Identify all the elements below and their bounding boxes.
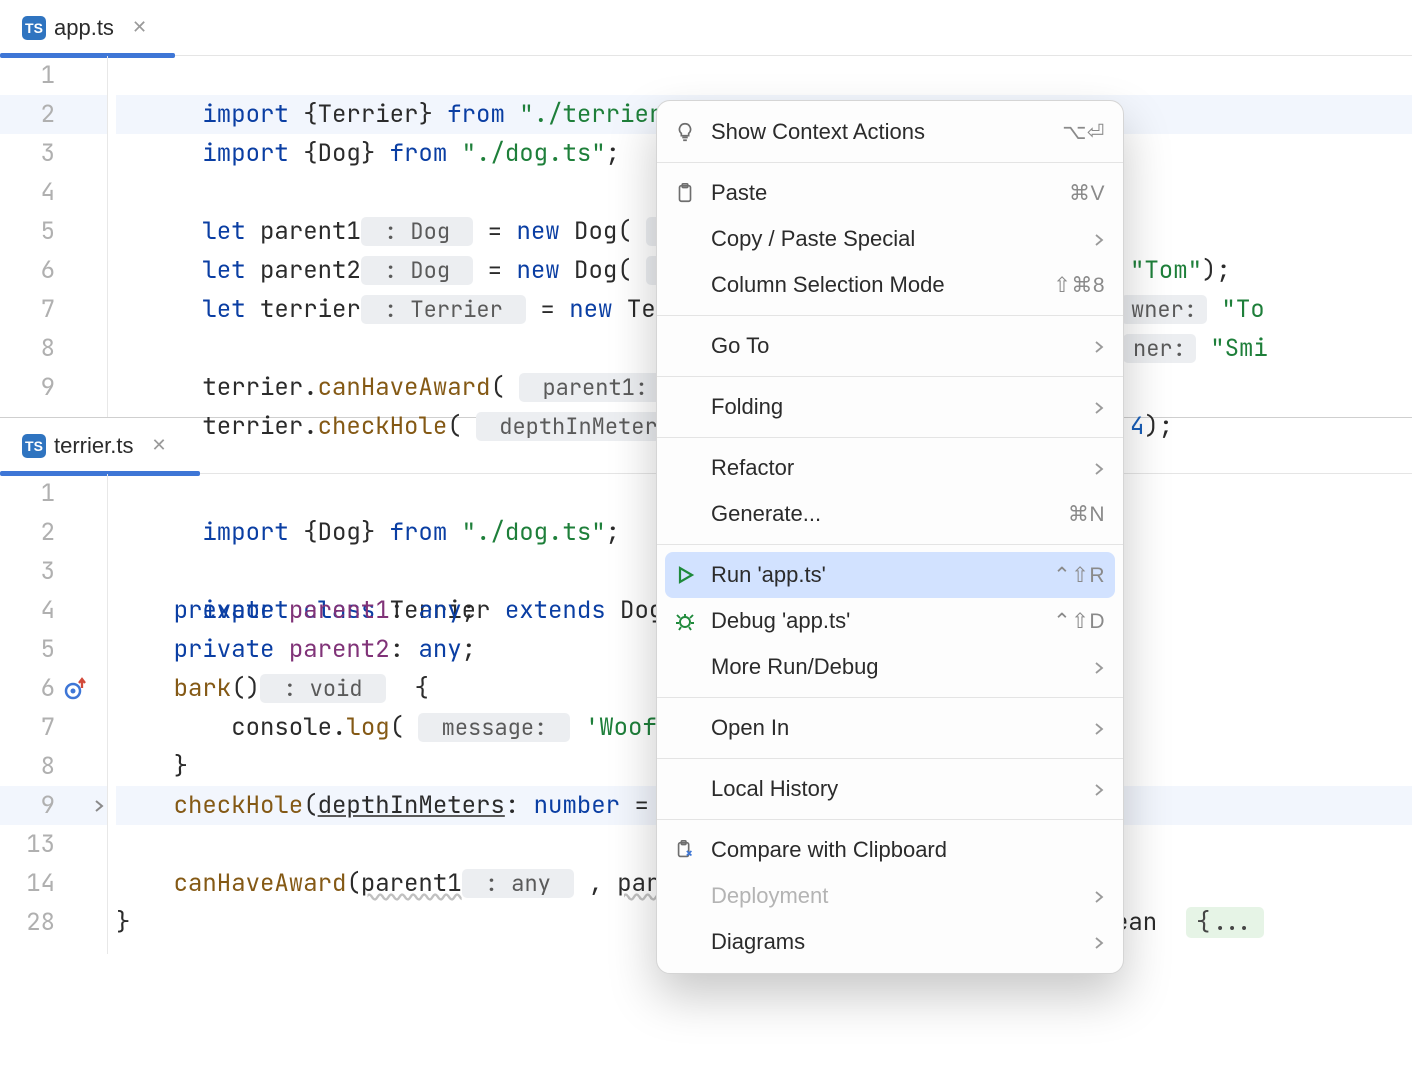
tab-label: terrier.ts — [54, 433, 133, 459]
context-menu: Show Context Actions ⌥⏎ Paste ⌘V Copy / Past… — [656, 100, 1124, 974]
chevron-right-icon — [1093, 394, 1105, 420]
tab-app-ts[interactable]: TS app.ts ✕ — [8, 9, 161, 47]
typescript-icon: TS — [22, 434, 46, 458]
clip-icon — [671, 839, 699, 861]
menu-item[interactable]: Go To — [657, 323, 1123, 369]
menu-item-label: Debug 'app.ts' — [711, 608, 1041, 634]
menu-item-label: Copy / Paste Special — [711, 226, 1081, 252]
menu-item-label: Refactor — [711, 455, 1081, 481]
gutter-terrier: 1 2 3 4 5 6 7 8 9 13 14 28 — [0, 474, 108, 954]
menu-separator — [657, 697, 1123, 698]
menu-item-label: Folding — [711, 394, 1081, 420]
menu-item[interactable]: Run 'app.ts' ⌃⇧R — [665, 552, 1115, 598]
menu-item-label: Deployment — [711, 883, 1081, 909]
menu-separator — [657, 315, 1123, 316]
menu-separator — [657, 544, 1123, 545]
menu-item[interactable]: More Run/Debug — [657, 644, 1123, 690]
chevron-right-icon — [1093, 333, 1105, 359]
menu-item[interactable]: Local History — [657, 766, 1123, 812]
menu-shortcut: ⌃⇧R — [1053, 563, 1105, 588]
menu-item[interactable]: Diagrams — [657, 919, 1123, 965]
run-icon — [671, 563, 699, 587]
menu-item-label: Run 'app.ts' — [711, 562, 1041, 588]
menu-item[interactable]: Column Selection Mode ⇧⌘8 — [657, 262, 1123, 308]
bulb-icon — [671, 121, 699, 143]
menu-item-label: Open In — [711, 715, 1081, 741]
tab-label: app.ts — [54, 15, 114, 41]
menu-item-label: Go To — [711, 333, 1081, 359]
menu-item[interactable]: Refactor — [657, 445, 1123, 491]
chevron-right-icon — [1093, 654, 1105, 680]
menu-item-label: Column Selection Mode — [711, 272, 1041, 298]
chevron-right-icon — [1093, 226, 1105, 252]
chevron-right-icon — [1093, 776, 1105, 802]
gutter-app: 1 2 3 4 5 6 7 8 9 — [0, 56, 108, 417]
menu-item[interactable]: Folding — [657, 384, 1123, 430]
menu-item-label: Diagrams — [711, 929, 1081, 955]
menu-item[interactable]: Copy / Paste Special — [657, 216, 1123, 262]
menu-item[interactable]: Debug 'app.ts' ⌃⇧D — [657, 598, 1123, 644]
close-icon[interactable]: ✕ — [132, 17, 147, 38]
chevron-right-icon — [1093, 455, 1105, 481]
menu-shortcut: ⌃⇧D — [1053, 609, 1105, 634]
menu-shortcut: ⌘V — [1069, 181, 1105, 206]
menu-item[interactable]: Open In — [657, 705, 1123, 751]
fold-chevron-icon[interactable] — [90, 786, 108, 825]
menu-separator — [657, 758, 1123, 759]
chevron-right-icon — [1093, 883, 1105, 909]
menu-item-label: More Run/Debug — [711, 654, 1081, 680]
chevron-right-icon — [1093, 929, 1105, 955]
menu-item-label: Generate... — [711, 501, 1056, 527]
menu-item-label: Paste — [711, 180, 1057, 206]
tab-terrier-ts[interactable]: TS terrier.ts ✕ — [8, 427, 181, 465]
menu-separator — [657, 376, 1123, 377]
menu-shortcut: ⌘N — [1068, 502, 1105, 527]
menu-item[interactable]: Compare with Clipboard — [657, 827, 1123, 873]
menu-separator — [657, 819, 1123, 820]
menu-separator — [657, 437, 1123, 438]
menu-item: Deployment — [657, 873, 1123, 919]
chevron-right-icon — [1093, 715, 1105, 741]
menu-item[interactable]: Generate... ⌘N — [657, 491, 1123, 537]
menu-item-label: Local History — [711, 776, 1081, 802]
menu-item[interactable]: Show Context Actions ⌥⏎ — [657, 109, 1123, 155]
close-icon[interactable]: ✕ — [151, 435, 166, 456]
bug-icon — [671, 609, 699, 633]
typescript-icon: TS — [22, 16, 46, 40]
menu-item[interactable]: Paste ⌘V — [657, 170, 1123, 216]
menu-separator — [657, 162, 1123, 163]
menu-item-label: Show Context Actions — [711, 119, 1050, 145]
menu-shortcut: ⌥⏎ — [1062, 120, 1105, 145]
tab-bar-top: TS app.ts ✕ — [0, 0, 1412, 56]
override-gutter-icon[interactable] — [56, 669, 94, 708]
code-line: import {Terrier} from "./terrier.ts"; — [116, 56, 1412, 95]
paste-icon — [671, 182, 699, 204]
menu-item-label: Compare with Clipboard — [711, 837, 1105, 863]
menu-shortcut: ⇧⌘8 — [1053, 273, 1105, 298]
